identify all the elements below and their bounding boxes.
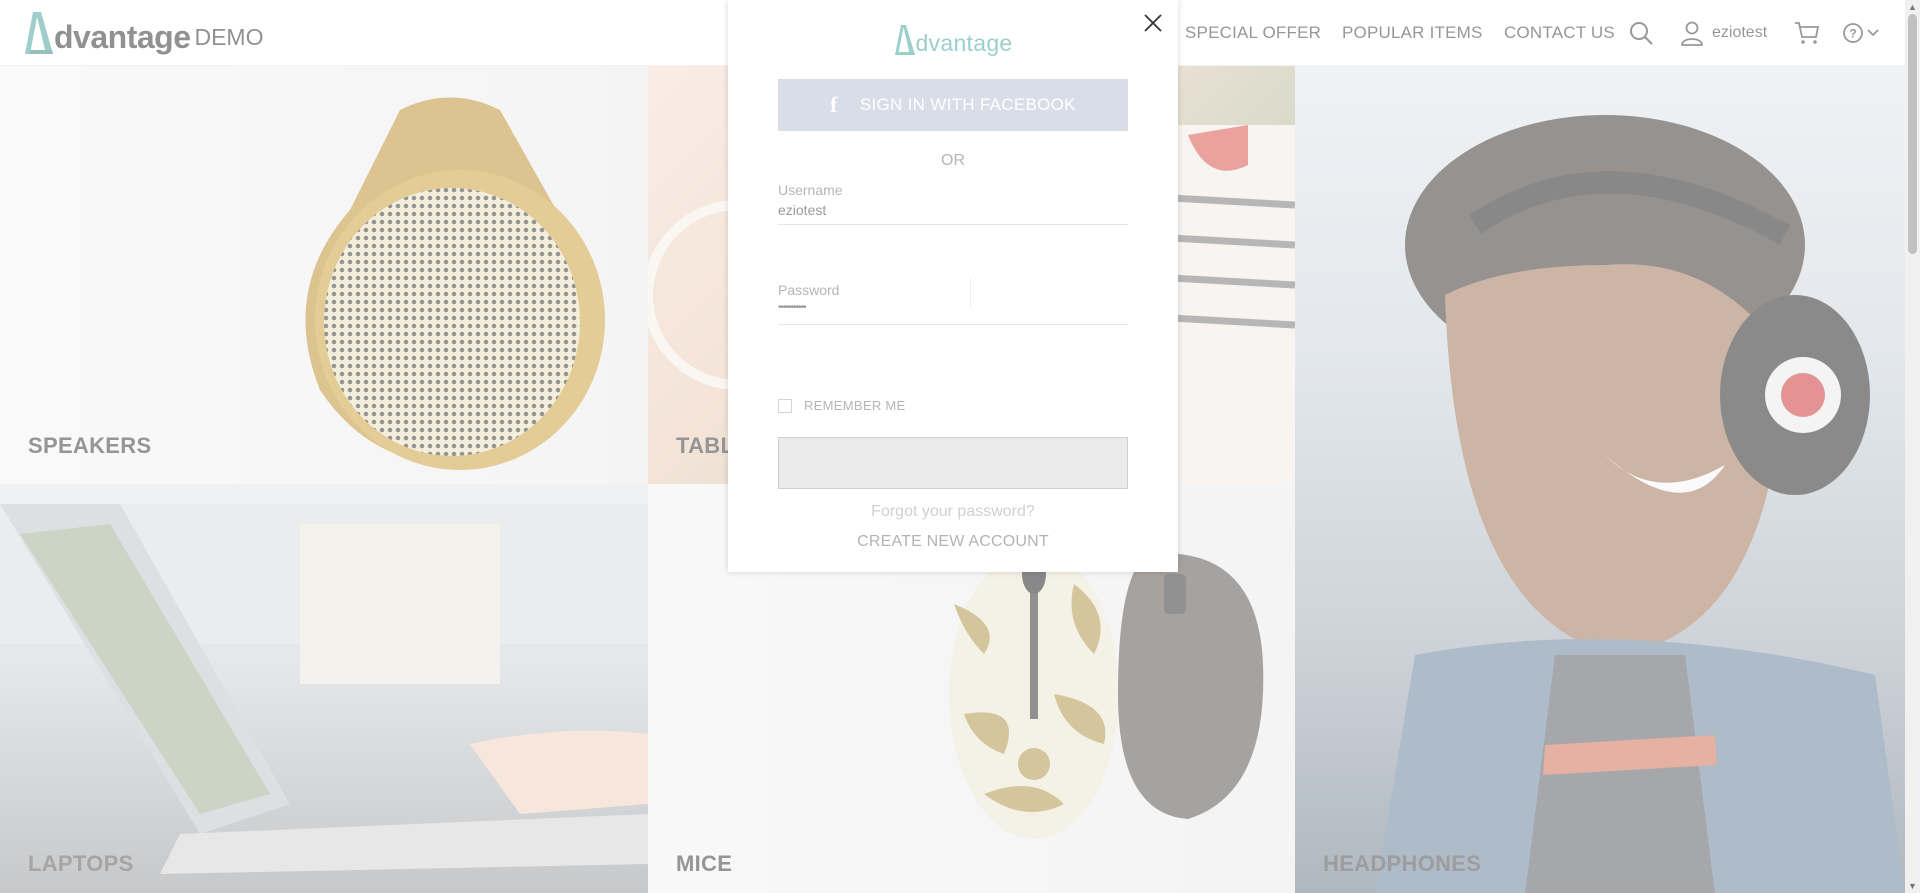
modal-logo-text: dvantage (915, 30, 1013, 56)
or-separator: OR (941, 152, 965, 169)
login-modal: dvantage f SIGN IN WITH FACEBOOK OR User… (728, 0, 1178, 572)
logo-mark-icon (895, 25, 916, 55)
forgot-password-link[interactable]: Forgot your password? (728, 503, 1178, 521)
password-field[interactable]: Password ••••••••••• (778, 282, 1128, 325)
sign-in-button[interactable] (778, 437, 1128, 489)
scroll-up-icon[interactable]: ▲ (1908, 2, 1917, 12)
scrollbar-thumb[interactable] (1908, 14, 1917, 254)
username-label: Username (778, 182, 843, 198)
username-field[interactable]: Username eziotest (778, 182, 1128, 225)
create-account-link[interactable]: CREATE NEW ACCOUNT (728, 533, 1178, 551)
password-input[interactable]: ••••••••••• (778, 302, 1128, 313)
facebook-icon: f (830, 92, 838, 117)
facebook-signin-label: SIGN IN WITH FACEBOOK (859, 95, 1076, 114)
modal-logo: dvantage (728, 24, 1178, 56)
remember-me[interactable]: REMEMBER ME (778, 398, 906, 413)
remember-me-label: REMEMBER ME (804, 398, 906, 413)
password-label: Password (778, 282, 840, 298)
remember-me-checkbox[interactable] (778, 398, 792, 413)
username-input[interactable]: eziotest (778, 202, 1128, 218)
scroll-down-icon[interactable]: ▼ (1908, 881, 1917, 891)
password-divider (970, 278, 971, 308)
facebook-signin-button[interactable]: f SIGN IN WITH FACEBOOK (778, 79, 1128, 131)
page-scrollbar[interactable]: ▲ ▼ (1905, 0, 1920, 893)
